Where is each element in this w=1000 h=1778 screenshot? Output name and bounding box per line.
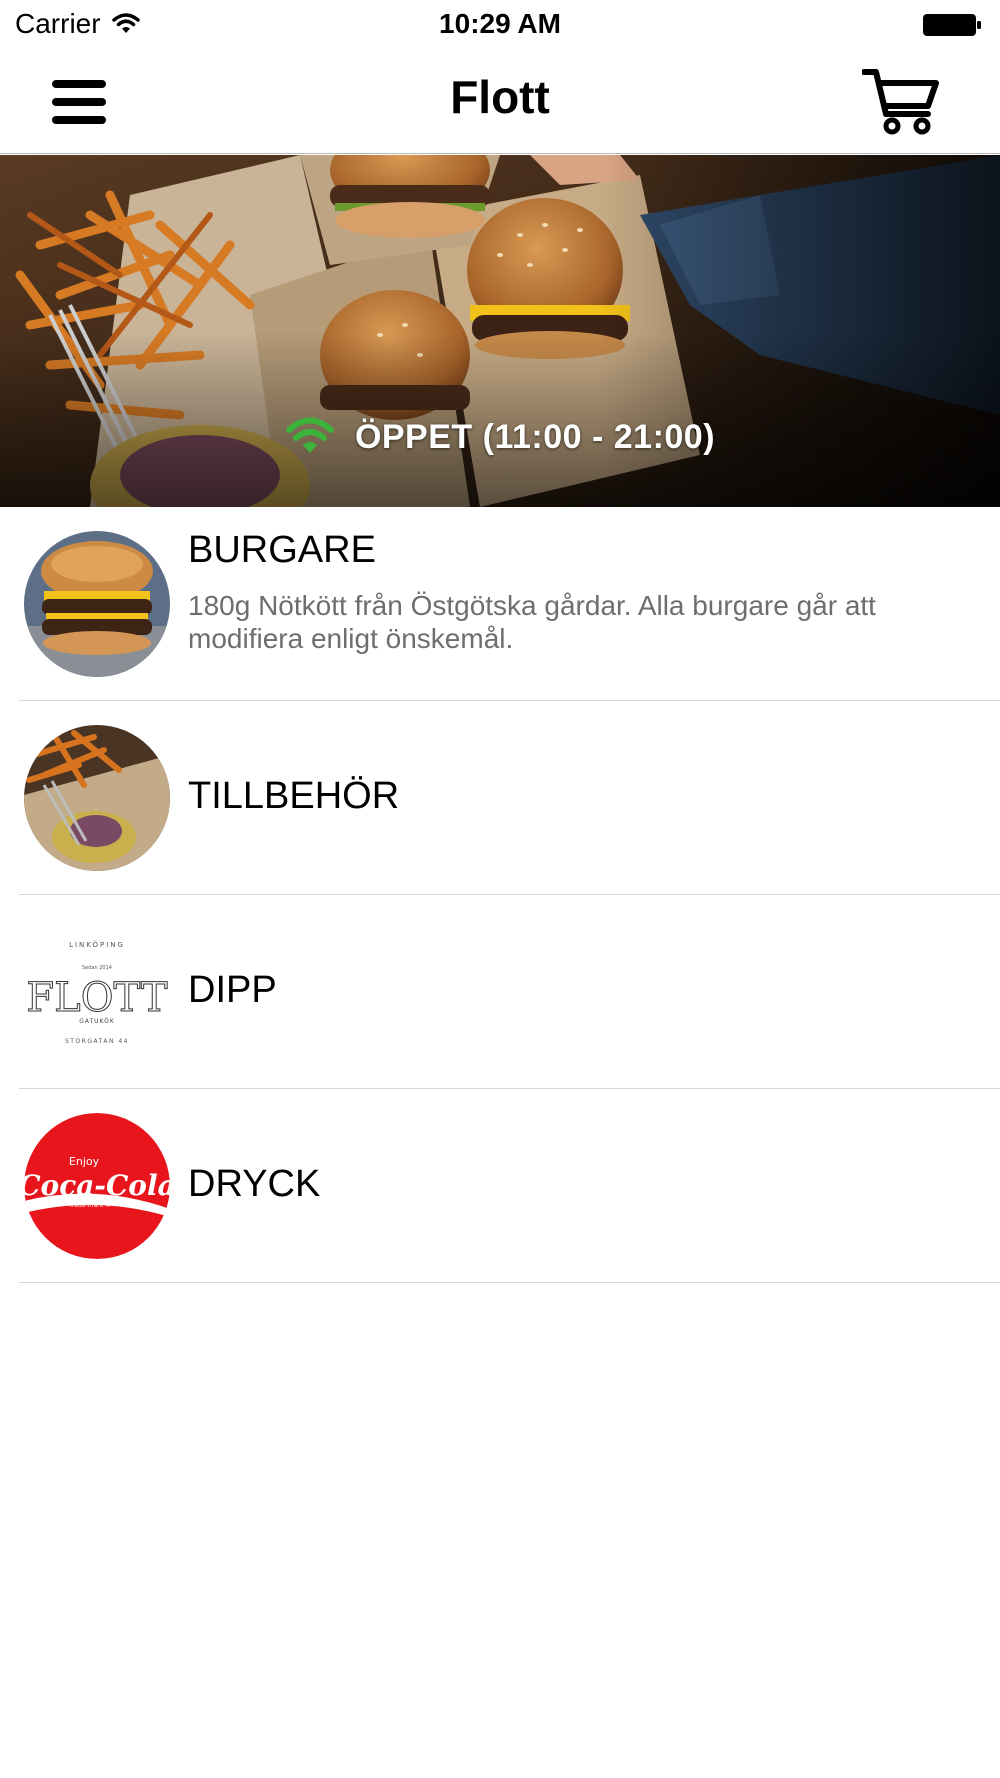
flott-logo-since: Sedan 2014 bbox=[82, 965, 112, 971]
battery-icon bbox=[923, 14, 981, 36]
category-row-tillbehor[interactable]: TILLBEHÖR bbox=[0, 701, 1000, 895]
flott-logo-thumbnail: LINKÖPING Sedan 2014 FLOTT GATUKÖK STORG… bbox=[24, 919, 170, 1065]
shopping-cart-icon bbox=[861, 69, 939, 135]
category-row-burgare[interactable]: BURGARE 180g Nötkött från Östgötska gård… bbox=[0, 507, 1000, 701]
opening-hours-text: ÖPPET (11:00 - 21:00) bbox=[354, 417, 716, 456]
flott-logo-bottom: STORGATAN 44 bbox=[65, 1038, 129, 1045]
category-name: DIPP bbox=[188, 969, 277, 1011]
coca-cola-thumbnail: Enjoy Coca-Cola Trade-mark ® bbox=[24, 1113, 170, 1259]
cola-logo-enjoy: Enjoy bbox=[69, 1155, 100, 1168]
flott-logo-sub: GATUKÖK bbox=[79, 1018, 115, 1025]
status-bar: Carrier 10:29 AM bbox=[0, 0, 1000, 50]
opening-hours-status: ÖPPET (11:00 - 21:00) bbox=[0, 417, 1000, 457]
navigation-bar: Flott bbox=[0, 50, 1000, 154]
cola-logo-tm: Trade-mark ® bbox=[68, 1202, 111, 1209]
wifi-signal-icon bbox=[285, 417, 334, 453]
burgare-thumbnail bbox=[24, 531, 170, 677]
category-description: 180g Nötkött från Östgötska gårdar. Alla… bbox=[188, 590, 876, 654]
cola-logo-word: Coca-Cola bbox=[24, 1169, 170, 1202]
cart-button[interactable] bbox=[861, 66, 940, 138]
category-name: DRYCK bbox=[188, 1163, 321, 1205]
category-row-dipp[interactable]: LINKÖPING Sedan 2014 FLOTT GATUKÖK STORG… bbox=[0, 895, 1000, 1089]
tillbehor-thumbnail bbox=[24, 725, 170, 871]
category-row-dryck[interactable]: Enjoy Coca-Cola Trade-mark ® DRYCK bbox=[0, 1089, 1000, 1283]
flott-logo-word: FLOTT bbox=[26, 975, 168, 1021]
category-name: TILLBEHÖR bbox=[188, 775, 400, 817]
status-time: 10:29 AM bbox=[439, 8, 561, 39]
hero-banner: ÖPPET (11:00 - 21:00) bbox=[0, 155, 1000, 507]
flott-logo-top: LINKÖPING bbox=[69, 940, 125, 949]
category-name: BURGARE bbox=[188, 529, 376, 571]
row-divider bbox=[19, 1282, 1000, 1283]
category-list: BURGARE 180g Nötkött från Östgötska gård… bbox=[0, 507, 1000, 1283]
page-title: Flott bbox=[450, 71, 550, 123]
